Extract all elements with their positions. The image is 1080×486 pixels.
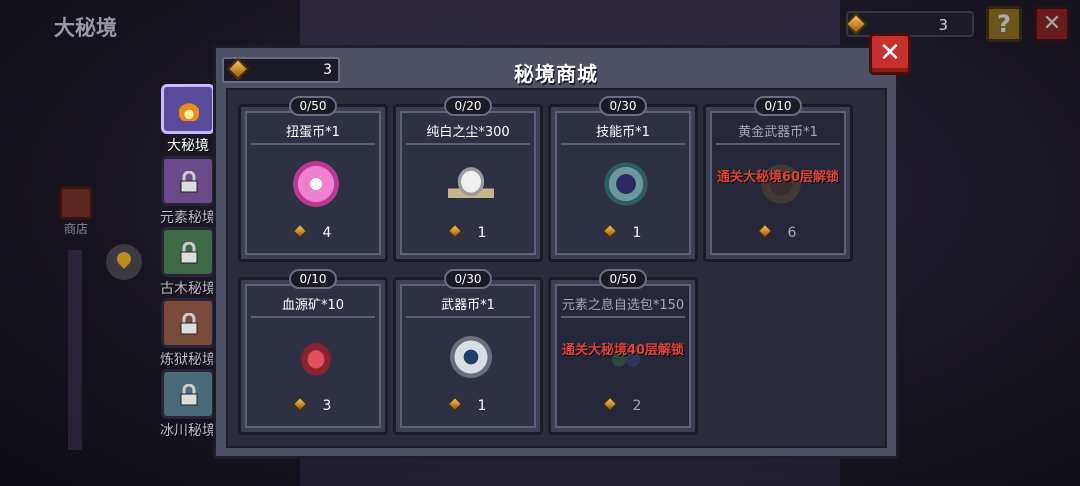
shop-button[interactable]: 商店	[56, 186, 96, 237]
shop-item-card[interactable]: 0/30 技能币*1 1	[548, 96, 698, 262]
gem-icon	[602, 223, 617, 239]
purchase-limit-badge: 0/30	[444, 269, 492, 289]
shop-icon	[59, 186, 93, 220]
item-name: 纯白之尘*300	[426, 125, 510, 140]
item-price: 1	[396, 223, 540, 241]
price-value: 6	[787, 225, 797, 241]
card-divider	[406, 316, 530, 318]
price-value: 1	[632, 225, 642, 241]
map-path	[68, 250, 82, 450]
item-name: 血源矿*10	[281, 298, 345, 313]
shop-item-card[interactable]: 0/50 扭蛋币*1 4	[238, 96, 388, 262]
realm-tab-2[interactable]: 古木秘境	[158, 227, 218, 298]
item-price: 3	[241, 396, 385, 414]
item-name: 元素之息自选包*150	[561, 298, 685, 313]
price-value: 3	[322, 398, 332, 414]
card-divider	[251, 143, 375, 145]
card-divider	[251, 316, 375, 318]
realm-tab-0[interactable]: 大秘境	[158, 84, 218, 155]
gacha-coin-icon	[293, 161, 339, 207]
gem-icon	[844, 12, 868, 36]
item-price: 2	[551, 396, 695, 414]
help-button[interactable]: ?	[986, 6, 1022, 42]
unlock-requirement: 通关大秘境60层解锁	[716, 170, 840, 185]
shop-item-card[interactable]: 0/50 元素之息自选包*150 2 通关大秘境40层解锁	[548, 269, 698, 435]
card-divider	[716, 143, 840, 145]
gem-icon	[447, 396, 462, 412]
white-dust-icon	[448, 161, 494, 207]
realm-tab-icon	[161, 369, 215, 419]
gem-icon	[447, 223, 462, 239]
card-divider	[561, 316, 685, 318]
blood-ore-icon	[293, 334, 339, 380]
card-divider	[406, 143, 530, 145]
item-name: 武器币*1	[441, 298, 495, 313]
item-price: 1	[396, 396, 540, 414]
shop-item-card[interactable]: 0/30 武器币*1 1	[393, 269, 543, 435]
purchase-limit-badge: 0/50	[289, 96, 337, 116]
weapon-coin-icon	[448, 334, 494, 380]
item-price: 4	[241, 223, 385, 241]
lock-icon	[179, 241, 199, 264]
realm-tab-3[interactable]: 炼狱秘境	[158, 298, 218, 369]
purchase-limit-badge: 0/30	[599, 96, 647, 116]
hud-gem-counter: 3	[844, 11, 974, 37]
realm-tab-icon	[161, 298, 215, 348]
item-name: 黄金武器币*1	[738, 125, 818, 140]
realm-tab-label: 炼狱秘境	[160, 352, 216, 368]
purchase-limit-badge: 0/20	[444, 96, 492, 116]
realm-tab-label: 冰川秘境	[160, 423, 216, 439]
gem-icon	[292, 396, 307, 412]
price-value: 1	[477, 398, 487, 414]
lock-icon	[179, 170, 199, 193]
hud-gem-count: 3	[938, 16, 948, 34]
modal-title: 秘境商城	[514, 62, 598, 86]
shop-modal: 3 秘境商城 0/50 扭蛋币*1 4 0/20 纯白之尘*300 1 0/30 技能币*1 1…	[213, 45, 899, 459]
realm-tab-icon	[161, 84, 215, 134]
card-grid: 0/50 扭蛋币*1 4 0/20 纯白之尘*300 1 0/30 技能币*1 1 0/10 黄金武…	[226, 88, 887, 448]
realm-tab-icon	[161, 156, 215, 206]
shop-item-card[interactable]: 0/10 血源矿*10 3	[238, 269, 388, 435]
skill-coin-icon	[603, 161, 649, 207]
purchase-limit-badge: 0/10	[754, 96, 802, 116]
item-price: 6	[706, 223, 850, 241]
price-value: 1	[477, 225, 487, 241]
realm-tab-icon	[161, 227, 215, 277]
shop-item-card[interactable]: 0/10 黄金武器币*1 6 通关大秘境60层解锁	[703, 96, 853, 262]
purchase-limit-badge: 0/50	[599, 269, 647, 289]
shop-label: 商店	[63, 222, 88, 236]
fire-icon	[179, 99, 199, 121]
gem-icon	[757, 223, 772, 239]
gem-icon	[292, 223, 307, 239]
card-divider	[561, 143, 685, 145]
realm-tab-label: 大秘境	[167, 138, 209, 154]
shop-item-card[interactable]: 0/20 纯白之尘*300 1	[393, 96, 543, 262]
modal-close-button[interactable]: ✕	[869, 33, 911, 75]
item-price: 1	[551, 223, 695, 241]
realm-tab-1[interactable]: 元素秘境	[158, 156, 218, 227]
background-title: 大秘境	[54, 16, 117, 40]
map-pin-icon[interactable]	[106, 244, 142, 280]
item-name: 技能币*1	[596, 125, 650, 140]
unlock-requirement: 通关大秘境40层解锁	[561, 343, 685, 358]
purchase-limit-badge: 0/10	[289, 269, 337, 289]
item-name: 扭蛋币*1	[286, 125, 340, 140]
hud-close-button[interactable]: ✕	[1034, 6, 1070, 42]
lock-icon	[179, 383, 199, 406]
realm-tab-label: 元素秘境	[160, 210, 216, 226]
gem-icon	[602, 396, 617, 412]
lock-icon	[179, 312, 199, 335]
realm-tab-4[interactable]: 冰川秘境	[158, 369, 218, 440]
realm-tab-label: 古木秘境	[160, 281, 216, 297]
price-value: 2	[632, 398, 642, 414]
price-value: 4	[322, 225, 332, 241]
